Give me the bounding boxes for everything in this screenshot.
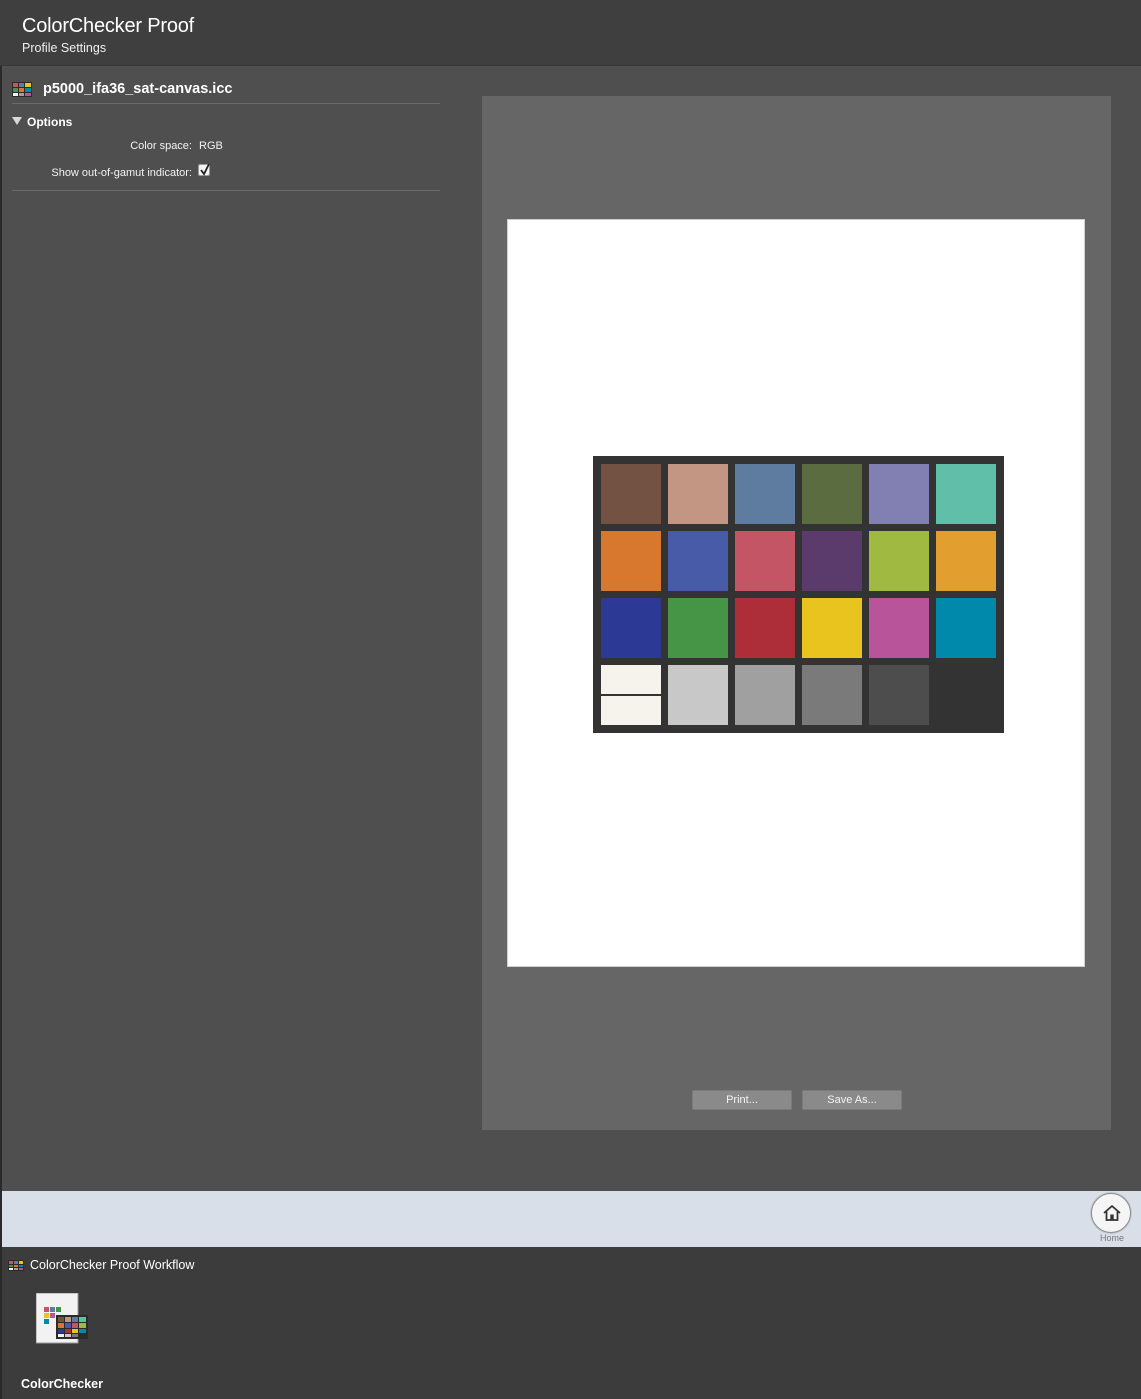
color-patch [936,598,996,658]
save-as-button[interactable]: Save As... [802,1090,902,1110]
color-patch [601,598,661,658]
color-patch [936,531,996,591]
color-patch [601,531,661,591]
options-disclosure[interactable]: Options [12,115,72,129]
app-subtitle: Profile Settings [22,41,107,55]
proof-page [507,219,1085,967]
color-patch [802,665,862,725]
checkmark-icon [200,163,210,176]
color-patch [802,531,862,591]
color-space-value: RGB [199,140,223,152]
navigation-bar: Home [2,1191,1141,1247]
colorchecker-chart [593,456,1004,733]
color-patch [668,665,728,725]
options-divider [12,190,440,191]
color-patch [802,464,862,524]
workflow-item-label: ColorChecker [21,1377,103,1391]
proof-preview-panel: Print... Save As... [482,96,1111,1130]
home-icon [1103,1205,1121,1221]
color-patch [869,531,929,591]
workflow-title: ColorChecker Proof Workflow [30,1258,195,1272]
disclosure-triangle-icon[interactable] [12,117,22,125]
color-patch [735,464,795,524]
color-patch [668,531,728,591]
colorchecker-chart-icon [12,82,32,97]
color-patch [869,598,929,658]
out-of-gamut-indicator [601,694,661,696]
gamut-indicator-checkbox[interactable] [198,163,210,176]
color-patch [601,464,661,524]
color-patch [668,464,728,524]
color-patch [735,531,795,591]
color-patch [735,598,795,658]
color-patch [601,665,661,725]
settings-panel: p5000_ifa36_sat-canvas.icc Options Color… [0,66,450,1190]
color-patch [869,464,929,524]
workflow-tray: ColorChecker Proof Workflow ColorChecker [2,1247,1141,1399]
color-space-label: Color space: [130,140,192,152]
colorchecker-workflow-icon[interactable] [36,1293,88,1347]
profile-name: p5000_ifa36_sat-canvas.icc [43,81,233,97]
color-patch [936,665,996,725]
profile-row: p5000_ifa36_sat-canvas.icc [12,80,440,104]
gamut-indicator-label: Show out-of-gamut indicator: [51,167,192,179]
colorchecker-chart-icon [8,1260,24,1271]
color-patch [936,464,996,524]
color-patch [668,598,728,658]
home-label: Home [1099,1233,1124,1243]
app-header: ColorChecker Proof Profile Settings [0,0,1141,66]
options-label: Options [27,115,73,129]
color-patch [735,665,795,725]
home-button[interactable] [1091,1193,1131,1233]
print-button[interactable]: Print... [692,1090,792,1110]
app-title: ColorChecker Proof [22,15,195,37]
color-patch [869,665,929,725]
color-patch [802,598,862,658]
